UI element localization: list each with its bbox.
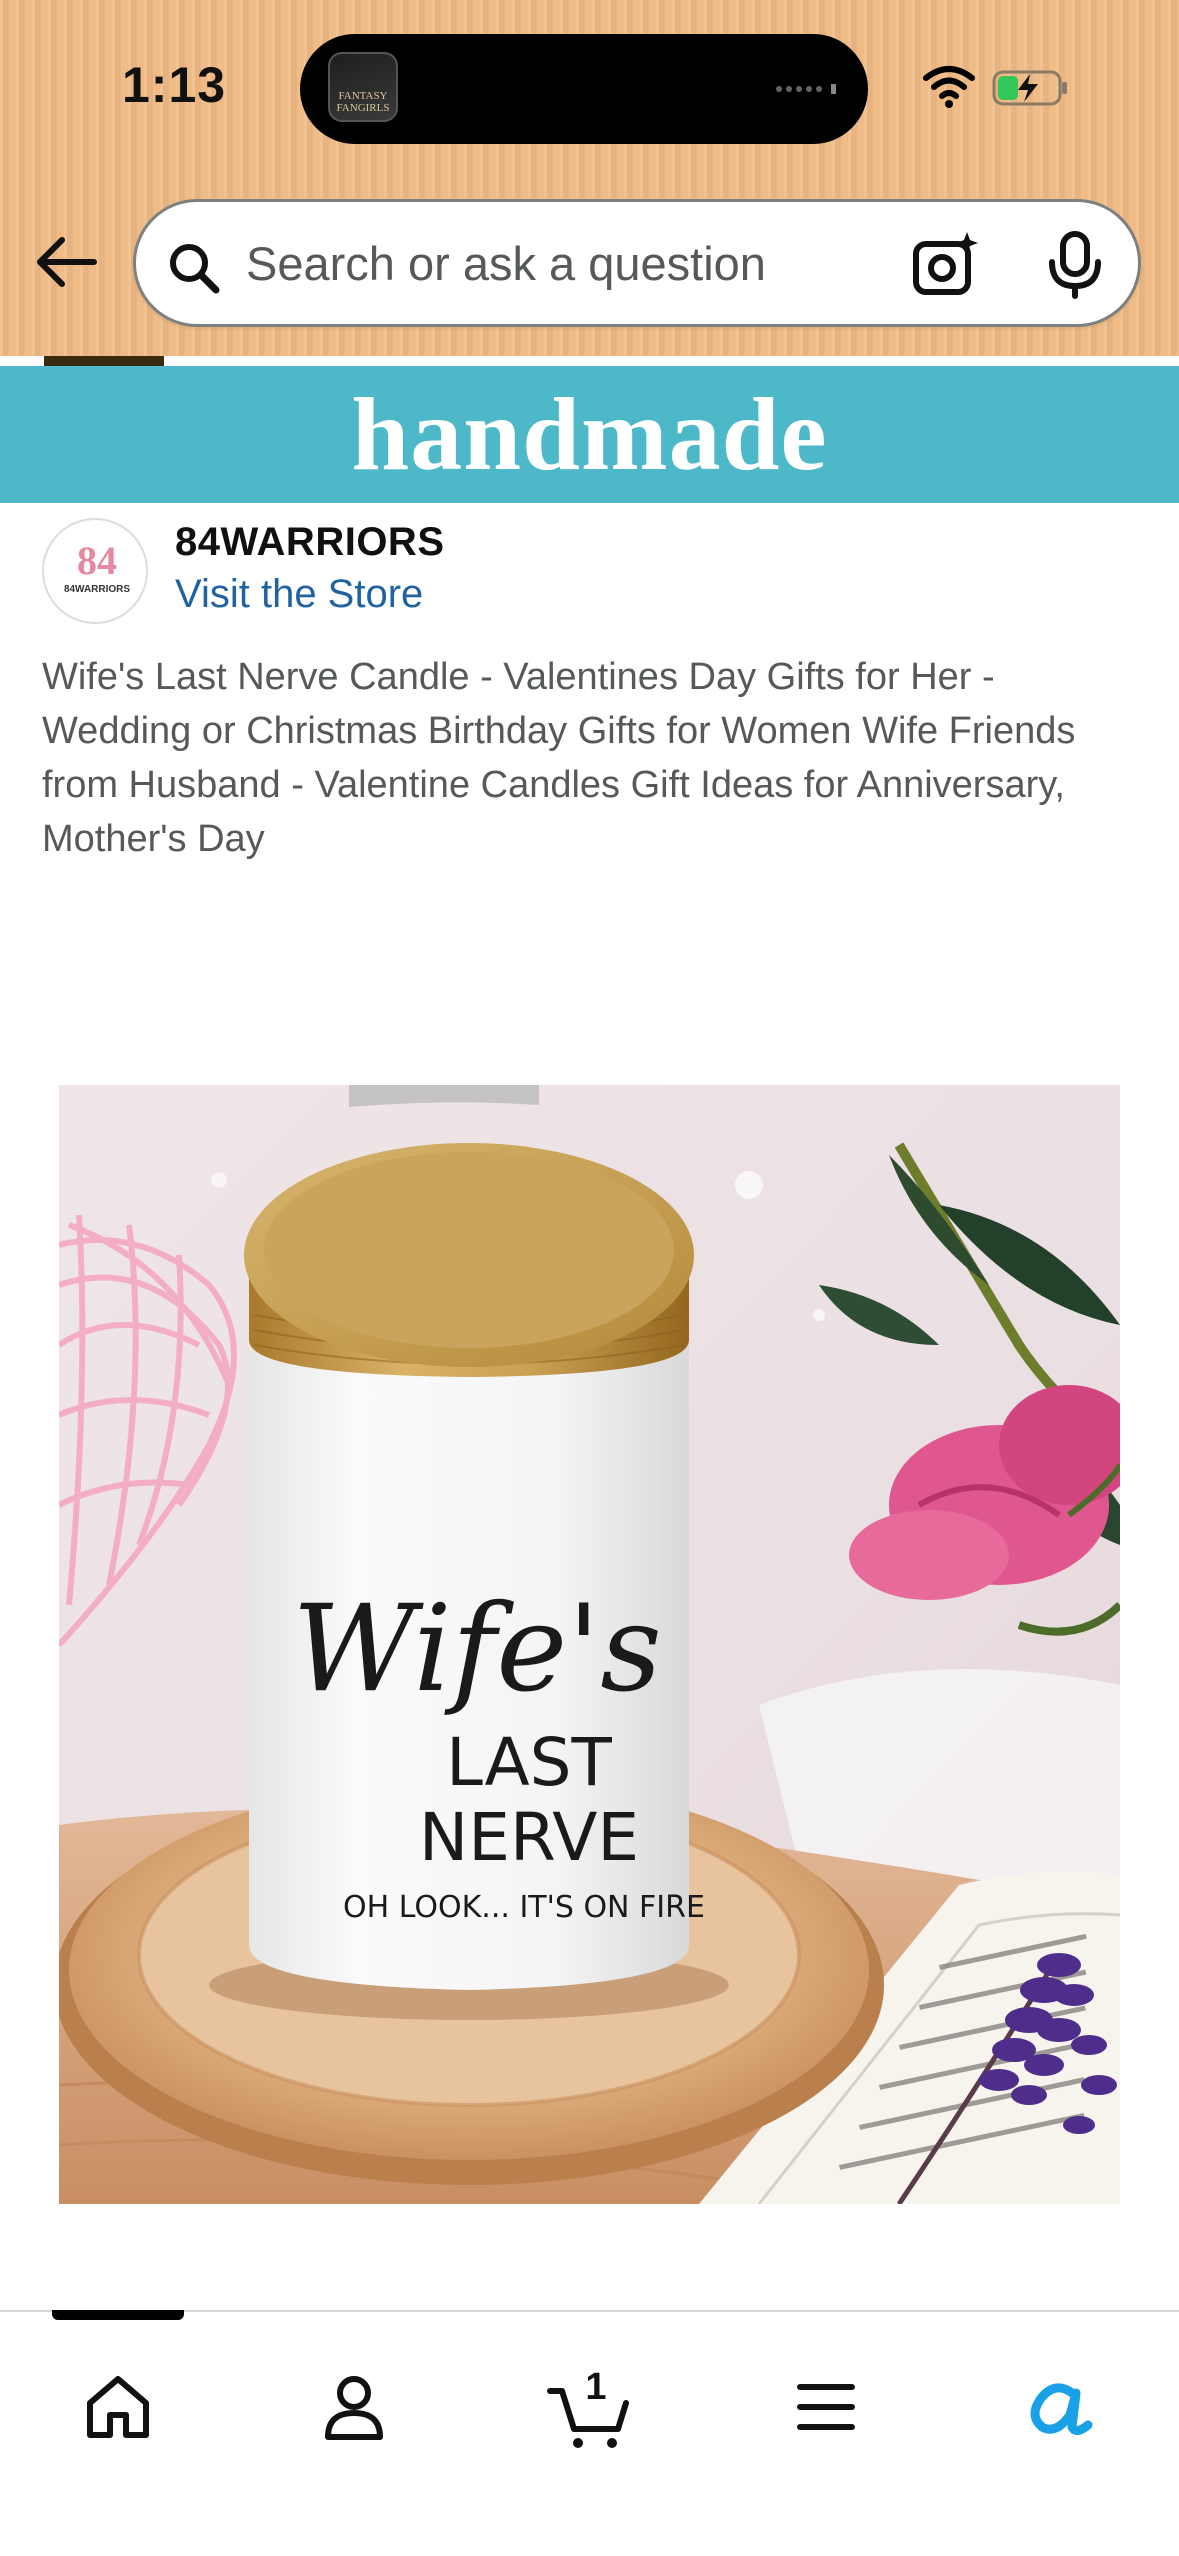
search-icon [170, 244, 220, 294]
nav-menu[interactable] [766, 2352, 886, 2462]
app-header: 1:13 FANTASY FANGIRLS [0, 0, 1179, 356]
jar-text-script: Wife's [292, 1580, 662, 1719]
nav-rufus[interactable] [1000, 2352, 1120, 2462]
nav-home[interactable] [58, 2352, 178, 2462]
wifi-icon [923, 66, 975, 108]
store-logo-text: 84 [77, 538, 117, 583]
store-logo-subtext: 84WARRIORS [64, 584, 130, 595]
status-icons [923, 66, 1067, 108]
product-title: Wife's Last Nerve Candle - Valentines Da… [42, 656, 1076, 860]
back-arrow-icon[interactable] [30, 226, 102, 298]
search-input[interactable] [246, 222, 966, 304]
profile-icon [325, 2376, 383, 2440]
rufus-icon [1030, 2383, 1093, 2435]
nav-cart[interactable]: 1 [530, 2352, 650, 2462]
island-app-icon: FANTASY FANGIRLS [328, 52, 398, 122]
cart-count: 1 [585, 2366, 606, 2408]
store-logo[interactable]: 84 84WARRIORS [42, 518, 148, 624]
jar-text-tagline: OH LOOK... IT'S ON FIRE [343, 1890, 705, 1925]
home-icon [87, 2376, 149, 2438]
menu-icon [797, 2384, 855, 2430]
store-name: 84WARRIORS [175, 520, 445, 564]
search-bar[interactable] [133, 199, 1141, 327]
island-activity-icon [776, 84, 836, 94]
status-time: 1:13 [122, 57, 227, 113]
nav-account[interactable] [294, 2352, 414, 2462]
island-app-label: FANTASY FANGIRLS [336, 90, 390, 114]
active-tab-indicator [52, 2310, 184, 2320]
header-image-sliver [44, 356, 164, 366]
jar-text-nerve: NERVE [419, 1799, 639, 1876]
jar-text-last: LAST [446, 1724, 612, 1801]
camera-lens-icon[interactable] [911, 230, 981, 300]
handmade-banner[interactable]: handmade [0, 366, 1179, 503]
product-image[interactable]: Wife's LAST NERVE OH LOOK... IT'S ON FIR… [59, 1085, 1120, 2204]
battery-icon [992, 70, 1067, 106]
visit-store-link[interactable]: Visit the Store [175, 572, 423, 617]
cart-icon: 1 [547, 2366, 629, 2448]
microphone-icon[interactable] [1042, 230, 1108, 300]
bottom-nav: 1 [0, 2310, 1179, 2556]
banner-text: handmade [351, 377, 828, 492]
